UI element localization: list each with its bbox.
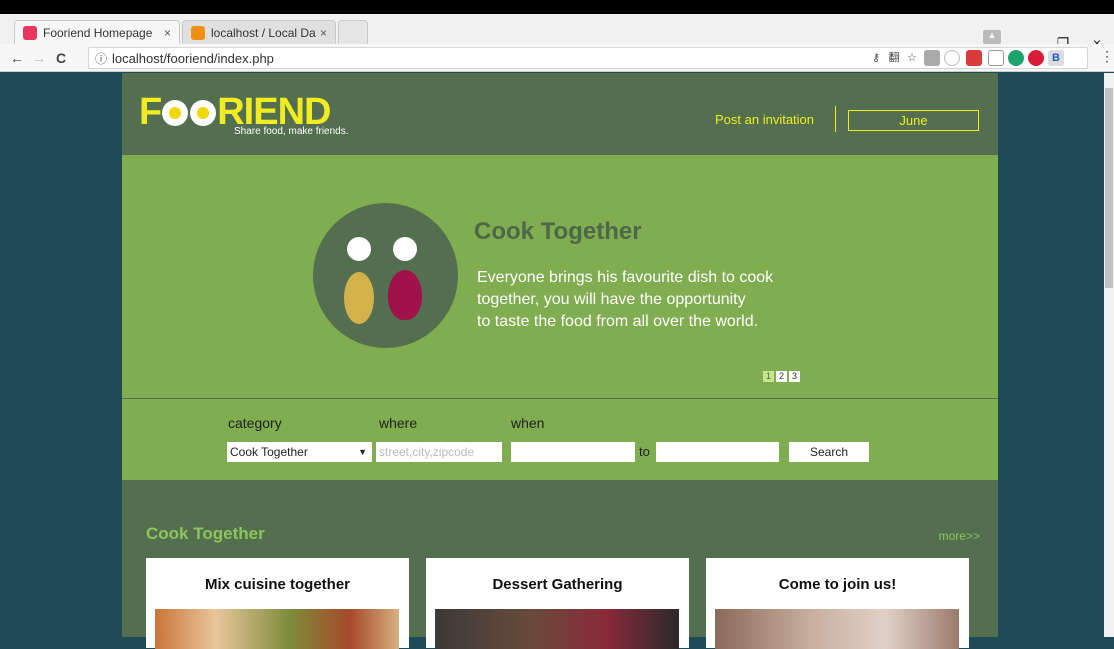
browser-tab-bar: Fooriend Homepage × localhost / Local Da… [0, 14, 1114, 51]
dropdown-arrow-icon: ▼ [358, 447, 367, 457]
slider-pager: 1 2 3 [763, 371, 800, 382]
site-info-icon[interactable]: ⓘ [95, 50, 107, 67]
extension-box-icon[interactable] [988, 50, 1004, 66]
pinterest-icon[interactable] [1028, 50, 1044, 66]
potato-icon [344, 272, 374, 324]
extension-gray-icon[interactable] [924, 50, 940, 66]
egg-icon [190, 99, 217, 126]
onion-icon [388, 270, 422, 320]
tab-title: Fooriend Homepage [43, 25, 153, 40]
browser-menu-icon[interactable]: ⋮ [1100, 48, 1114, 65]
slide-2-button[interactable]: 2 [776, 371, 787, 382]
event-card[interactable]: Come to join us! [706, 558, 969, 649]
section-title: Cook Together [146, 524, 265, 543]
sushi-food-image [155, 609, 399, 649]
card-title: Mix cuisine together [204, 576, 351, 593]
date-from-input[interactable] [511, 442, 635, 462]
tab-title: localhost / Local Datab [211, 25, 316, 40]
event-card[interactable]: Dessert Gathering [426, 558, 689, 649]
hero-description: Everyone brings his favourite dish to co… [477, 269, 774, 330]
back-icon[interactable]: ← [6, 50, 28, 66]
header-divider [835, 106, 836, 132]
extension-circle-icon[interactable] [944, 50, 960, 66]
tab-localhost-database[interactable]: localhost / Local Datab × [182, 20, 336, 44]
site-header: F RIEND Share food, make friends. Post a… [122, 73, 998, 155]
tab-fooriend-homepage[interactable]: Fooriend Homepage × [14, 20, 180, 44]
key-icon[interactable]: ⚷ [868, 50, 884, 66]
fooriend-page: F RIEND Share food, make friends. Post a… [122, 73, 998, 649]
when-label: when [511, 415, 545, 431]
translate-icon[interactable]: 翻 [886, 50, 902, 66]
grammarly-icon[interactable] [1008, 50, 1024, 66]
window-top-border [0, 0, 1114, 14]
cook-together-section: Cook Together more>> Mix cuisine togethe… [122, 480, 998, 649]
extension-red-icon[interactable] [966, 50, 982, 66]
more-link[interactable]: more>> [939, 529, 980, 543]
to-label: to [639, 444, 650, 459]
extension-blue-icon[interactable]: B [1048, 50, 1064, 66]
hero-title: Cook Together [474, 218, 642, 245]
category-label: category [228, 415, 282, 431]
bookmark-star-icon[interactable]: ☆ [904, 50, 920, 66]
profile-icon[interactable]: ▲ [983, 30, 1001, 44]
potato-face-icon [347, 237, 371, 261]
search-bar: category where when Cook Together ▼ stre… [122, 398, 998, 480]
slide-1-button[interactable]: 1 [763, 371, 774, 382]
close-tab-icon[interactable]: × [164, 26, 171, 40]
close-tab-icon[interactable]: × [320, 26, 327, 40]
url-text: localhost/fooriend/index.php [112, 50, 274, 66]
tagline: Share food, make friends. [234, 126, 349, 137]
dessert-food-image [435, 609, 679, 649]
cook-together-illustration [313, 203, 458, 348]
forward-icon[interactable]: → [28, 50, 50, 66]
user-menu-button[interactable]: June [848, 110, 979, 131]
event-card[interactable]: Mix cuisine together [146, 558, 409, 649]
category-select[interactable]: Cook Together ▼ [227, 442, 372, 462]
search-button[interactable]: Search [789, 442, 869, 462]
post-invitation-link[interactable]: Post an invitation [715, 112, 814, 127]
slide-3-button[interactable]: 3 [789, 371, 800, 382]
egg-icon [162, 99, 189, 126]
hero-slider: Cook Together Everyone brings his favour… [122, 155, 998, 398]
new-tab-button[interactable] [338, 20, 368, 44]
where-input[interactable]: street,city,zipcode [376, 442, 502, 462]
where-label: where [379, 415, 418, 431]
scrollbar-thumb[interactable] [1105, 88, 1113, 288]
phpmyadmin-favicon-icon [191, 25, 205, 40]
onion-face-icon [393, 237, 417, 261]
card-title: Dessert Gathering [492, 576, 623, 593]
dish-food-image [715, 609, 959, 649]
reload-icon[interactable]: C [50, 50, 72, 66]
date-to-input[interactable] [656, 442, 779, 462]
card-title: Come to join us! [778, 576, 897, 593]
fooriend-favicon-icon [23, 25, 37, 40]
